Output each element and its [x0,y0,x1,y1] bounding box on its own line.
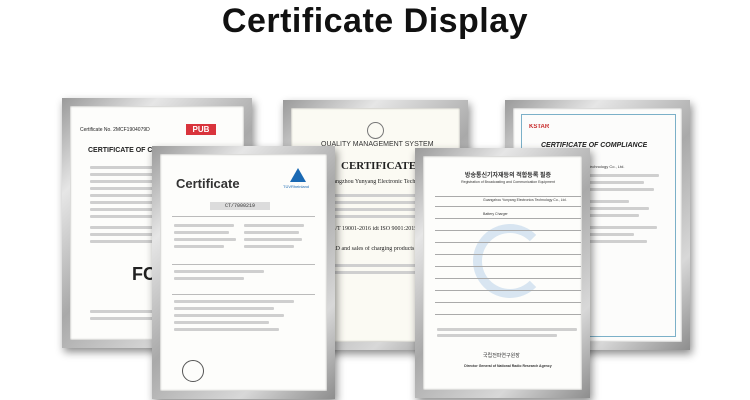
certificate-frame-kc[interactable]: 방송통신기자재등의 적합등록 필증 Registration of Broadc… [415,148,590,398]
tuv-heading: Certificate [176,176,240,191]
kc-watermark [473,224,547,298]
kc-director-korean: 국립전파연구원장 [483,353,520,359]
page-title: Certificate Display [221,2,529,40]
kc-company: Guangzhou Yunyang Electronics Technology… [483,198,567,202]
kstar-logo: KSTAR [529,124,550,130]
certificate-frame-tuv[interactable]: Certificate TÜVRheinland CT/7000219 [152,146,335,399]
kc-product: Battery Charger [483,212,508,216]
qms-subheading: CERTIFICATE [341,160,417,172]
tuv-logo-icon [290,168,306,182]
certificate-tuv: Certificate TÜVRheinland CT/7000219 [160,154,327,391]
kc-heading-english: Registration of Broadcasting and Communi… [461,180,555,184]
tuv-seal-icon [182,360,204,382]
kc-director: Director General of National Radio Resea… [464,364,552,368]
certificate-kc: 방송통신기자재등의 적합등록 필증 Registration of Broadc… [423,156,582,390]
brand-logo: PUB [186,124,216,135]
qms-heading: QUALITY MANAGEMENT SYSTEM [321,141,434,148]
certificate-number: Certificate No. 2MCF1904079D [80,127,150,133]
kc-heading-korean: 방송통신기자재등의 적합등록 필증 [464,173,552,179]
tuv-logo: TÜVRheinland [283,184,310,189]
tuv-number: CT/7000219 [210,202,270,210]
qms-seal-icon [367,122,384,139]
